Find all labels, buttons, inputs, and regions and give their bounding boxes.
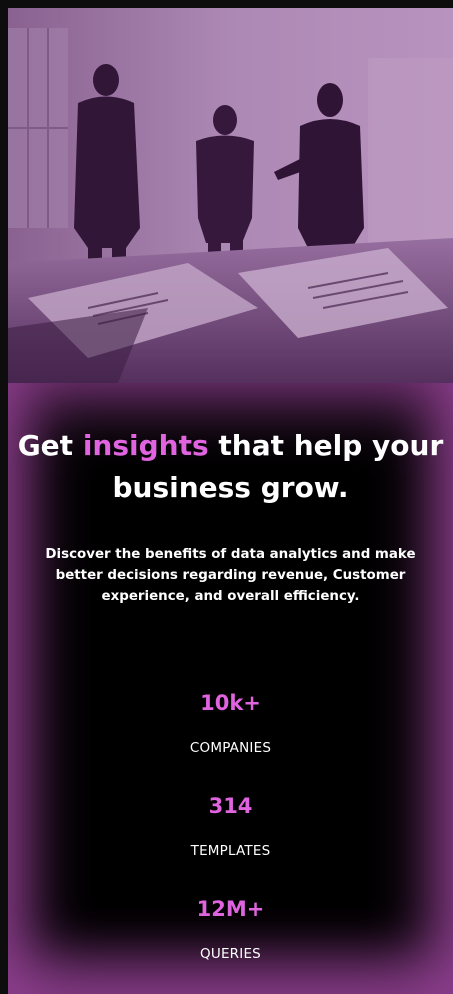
stat-value-companies: 10k+ <box>200 691 261 715</box>
stat-value-queries: 12M+ <box>196 897 265 921</box>
stat-label-queries: QUERIES <box>200 946 261 962</box>
page-frame: Get insights that help your business gro… <box>8 8 453 994</box>
stat-value-templates: 314 <box>208 794 253 818</box>
headline: Get insights that help your business gro… <box>8 425 453 509</box>
stat-label-templates: TEMPLATES <box>190 843 271 859</box>
description: Discover the benefits of data analytics … <box>45 547 416 604</box>
headline-accent: insights <box>82 429 209 462</box>
headline-prefix: Get <box>17 429 83 462</box>
hero-image <box>8 8 453 383</box>
business-meeting-photo <box>8 8 453 383</box>
insights-card: Get insights that help your business gro… <box>8 383 453 994</box>
stat-label-companies: COMPANIES <box>189 740 272 756</box>
